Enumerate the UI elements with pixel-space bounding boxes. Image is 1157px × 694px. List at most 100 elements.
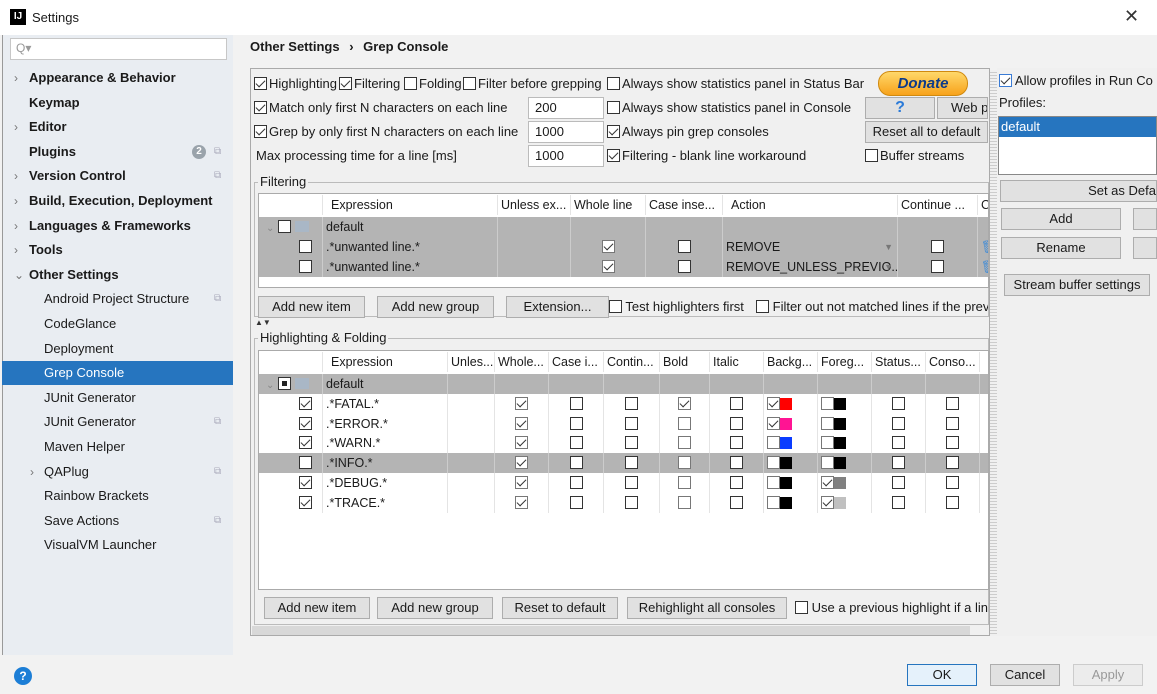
- foreground-color-swatch[interactable]: [834, 476, 846, 489]
- highlighting-table[interactable]: Expression Unles... Whole... Case i... Conti…: [258, 350, 989, 590]
- checkbox[interactable]: [515, 495, 528, 509]
- checkbox[interactable]: [607, 101, 620, 114]
- background-color-swatch[interactable]: [780, 398, 792, 410]
- buffer-option[interactable]: Buffer streams: [865, 148, 964, 163]
- checkbox[interactable]: [931, 260, 944, 273]
- apply-button[interactable]: Apply: [1073, 664, 1143, 686]
- horizontal-scrollbar[interactable]: [252, 626, 970, 635]
- column-header[interactable]: Whole line: [571, 195, 646, 215]
- checkbox[interactable]: [299, 260, 312, 273]
- checkbox[interactable]: [821, 436, 834, 450]
- checkbox[interactable]: [946, 436, 959, 450]
- column-header[interactable]: Foreg...: [818, 352, 872, 372]
- table-row[interactable]: .*unwanted line.* REMOVE ▼ 🗑: [259, 237, 988, 257]
- column-header[interactable]: [259, 195, 323, 215]
- checkbox[interactable]: [625, 416, 638, 430]
- column-header[interactable]: Continue ...: [898, 195, 978, 215]
- checkbox[interactable]: [625, 475, 638, 489]
- filtering-option[interactable]: Filtering: [339, 76, 400, 91]
- sidebar-item[interactable]: Plugins 2 ⧉: [2, 140, 233, 164]
- checkbox[interactable]: [677, 240, 691, 253]
- column-header[interactable]: Backg...: [764, 352, 818, 372]
- checkbox[interactable]: [767, 416, 780, 430]
- column-header[interactable]: Case i...: [549, 352, 604, 372]
- checkbox[interactable]: [625, 397, 638, 410]
- background-color-swatch[interactable]: [780, 457, 792, 470]
- highlight-add-item-button[interactable]: Add new item: [264, 597, 370, 619]
- column-header[interactable]: Bold: [660, 352, 710, 372]
- sidebar-item[interactable]: JUnit Generator ⧉: [2, 410, 233, 434]
- stats-console-option[interactable]: Always show statistics panel in Console: [607, 100, 851, 115]
- checkbox[interactable]: [625, 495, 638, 509]
- column-header[interactable]: Expression: [323, 195, 498, 215]
- checkbox[interactable]: [569, 416, 583, 430]
- stream-buffer-settings-button[interactable]: Stream buffer settings: [1004, 274, 1150, 296]
- splitter-arrows-icon[interactable]: ▲▼: [255, 318, 271, 327]
- checkbox[interactable]: [946, 397, 959, 410]
- filtering-table[interactable]: Expression Unless ex... Whole line Case ins…: [258, 193, 989, 288]
- checkbox[interactable]: [254, 101, 267, 114]
- checkbox[interactable]: [607, 125, 620, 138]
- checkbox[interactable]: [767, 495, 780, 509]
- action-select[interactable]: REMOVE_UNLESS_PREVIO...: [726, 260, 897, 274]
- checkbox[interactable]: [892, 436, 905, 450]
- chevron-icon[interactable]: ›: [14, 115, 18, 139]
- filter-add-group-button[interactable]: Add new group: [377, 296, 494, 318]
- max-processing-time-input[interactable]: 1000: [528, 145, 604, 167]
- sidebar-item[interactable]: Deployment: [2, 337, 233, 361]
- web-page-button[interactable]: Web p: [937, 97, 988, 119]
- background-color-swatch[interactable]: [780, 417, 792, 430]
- sidebar-item[interactable]: JUnit Generator: [2, 386, 233, 410]
- sidebar-item[interactable]: Grep Console: [2, 361, 233, 386]
- trash-icon[interactable]: 🗑: [981, 240, 988, 254]
- trash-icon[interactable]: 🗑: [981, 260, 988, 274]
- checkbox[interactable]: [607, 77, 620, 90]
- reset-all-button[interactable]: Reset all to default: [865, 121, 988, 143]
- checkbox[interactable]: [299, 240, 312, 253]
- table-group-row[interactable]: ⌄ default: [259, 374, 988, 394]
- action-select[interactable]: REMOVE: [726, 240, 780, 254]
- checkbox[interactable]: [767, 397, 780, 410]
- filter-before-option[interactable]: Filter before grepping: [463, 76, 602, 91]
- folding-option[interactable]: Folding: [404, 76, 462, 91]
- checkbox[interactable]: [299, 416, 312, 430]
- sidebar-item[interactable]: › Appearance & Behavior: [2, 66, 233, 90]
- checkbox[interactable]: [607, 149, 620, 162]
- checkbox[interactable]: [254, 125, 267, 138]
- column-header[interactable]: Unless ex...: [498, 195, 571, 215]
- extension-button[interactable]: Extension...: [506, 296, 609, 318]
- table-group-row[interactable]: ⌄ default: [259, 217, 988, 237]
- sidebar-item[interactable]: › Editor: [2, 115, 233, 139]
- donate-button[interactable]: Donate: [878, 71, 968, 96]
- checkbox[interactable]: [515, 397, 528, 410]
- breadcrumb-parent[interactable]: Other Settings: [250, 39, 340, 54]
- checkbox[interactable]: [892, 475, 905, 489]
- checkbox[interactable]: [946, 456, 959, 470]
- checkbox[interactable]: [767, 475, 780, 489]
- sidebar-item[interactable]: Save Actions ⧉: [2, 509, 233, 533]
- checkbox[interactable]: [515, 416, 528, 430]
- reset-to-default-button[interactable]: Reset to default: [502, 597, 618, 619]
- checkbox[interactable]: [569, 436, 583, 450]
- highlighting-option[interactable]: Highlighting: [254, 76, 337, 91]
- checkbox[interactable]: [569, 397, 583, 410]
- grep-first-n-input[interactable]: 1000: [528, 121, 604, 143]
- chevron-icon[interactable]: ›: [14, 189, 18, 213]
- checkbox[interactable]: [730, 456, 743, 470]
- checkbox[interactable]: [625, 436, 638, 450]
- match-first-n-input[interactable]: 200: [528, 97, 604, 119]
- help-button[interactable]: ?: [865, 97, 935, 119]
- sidebar-item[interactable]: › QAPlug ⧉: [2, 460, 233, 484]
- checkbox[interactable]: [277, 220, 291, 233]
- checkbox[interactable]: [515, 436, 528, 450]
- table-row[interactable]: .*FATAL.*: [259, 394, 988, 414]
- checkbox[interactable]: [999, 74, 1012, 87]
- sidebar-item[interactable]: CodeGlance: [2, 312, 233, 336]
- foreground-color-swatch[interactable]: [834, 437, 846, 450]
- checkbox[interactable]: [515, 456, 528, 470]
- profile-button-hidden[interactable]: [1133, 208, 1157, 230]
- highlight-add-group-button[interactable]: Add new group: [377, 597, 493, 619]
- column-header[interactable]: Conso...: [926, 352, 980, 372]
- column-header[interactable]: Expression: [323, 352, 448, 372]
- column-header[interactable]: C: [978, 195, 988, 215]
